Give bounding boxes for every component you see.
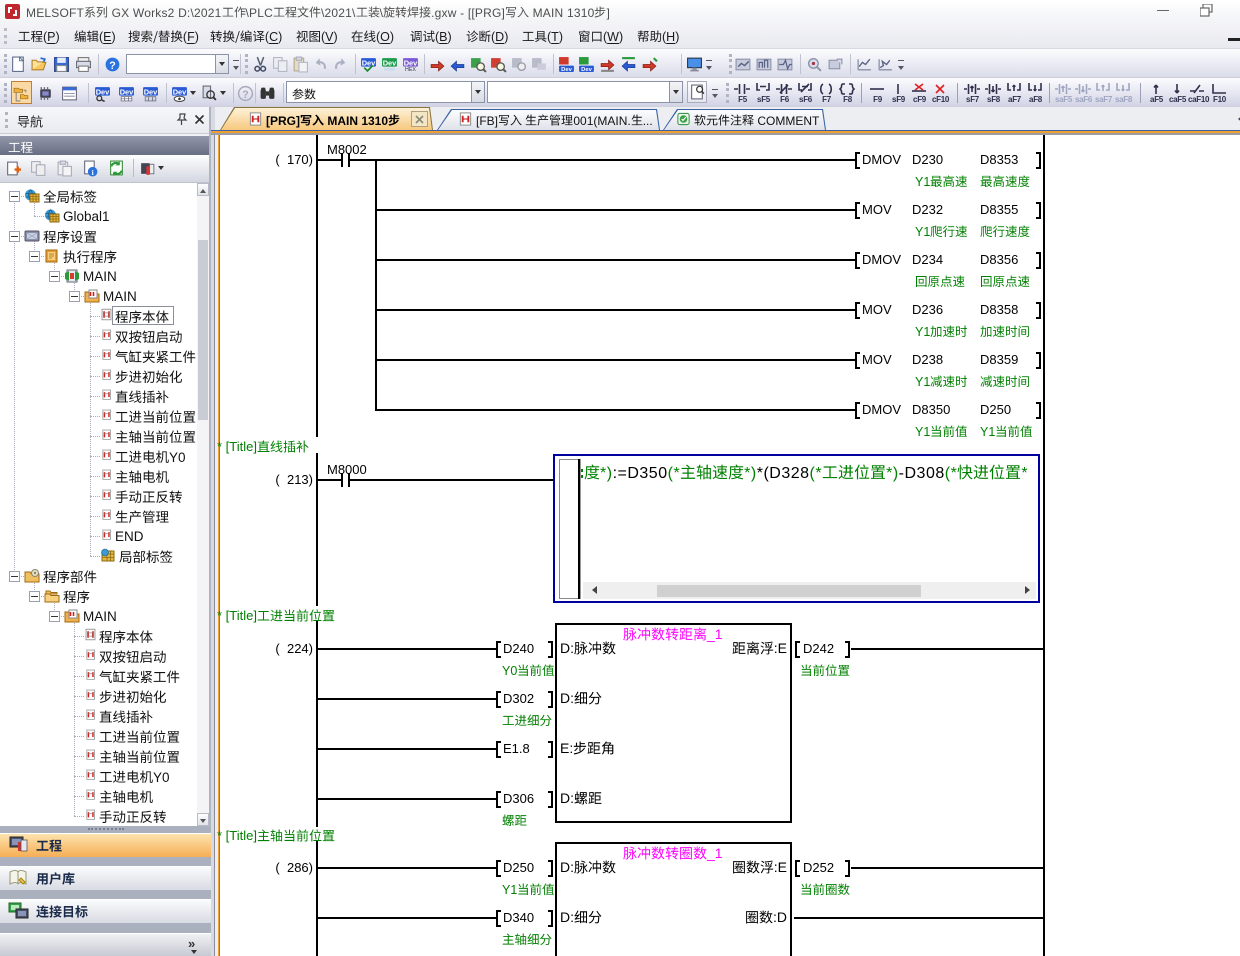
svg-text:Dev: Dev bbox=[581, 67, 592, 73]
svg-text:Dev: Dev bbox=[120, 88, 134, 97]
svg-text:Dev: Dev bbox=[96, 88, 110, 97]
svg-text:?: ? bbox=[242, 89, 248, 101]
svg-text:Dev: Dev bbox=[173, 88, 187, 97]
svg-text:Dev: Dev bbox=[561, 67, 572, 73]
svg-text:HEX: HEX bbox=[405, 67, 416, 73]
svg-text:Dev: Dev bbox=[362, 59, 376, 68]
svg-text:?: ? bbox=[109, 60, 115, 72]
svg-text:i: i bbox=[92, 168, 94, 177]
svg-text:Dev: Dev bbox=[383, 59, 397, 68]
svg-text:Dev: Dev bbox=[144, 88, 158, 97]
